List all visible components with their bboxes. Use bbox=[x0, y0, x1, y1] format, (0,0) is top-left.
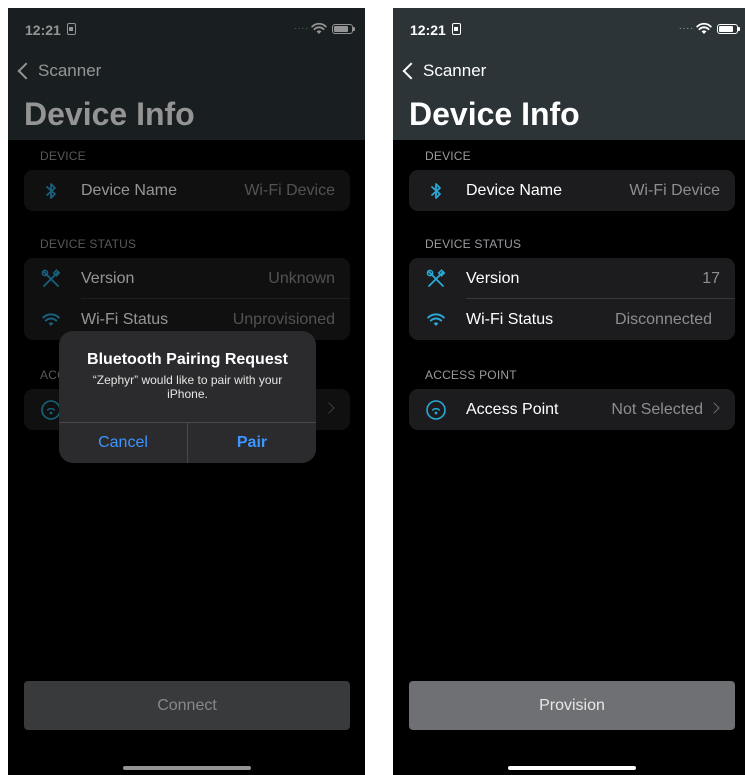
tools-icon bbox=[426, 269, 446, 287]
provision-button[interactable]: Provision bbox=[409, 681, 735, 730]
wifi-circle-icon bbox=[426, 400, 446, 420]
section-header-device: DEVICE bbox=[425, 149, 471, 163]
device-status-group: Version 17 Wi-Fi Status Disconnected bbox=[409, 258, 735, 340]
chevron-left-icon bbox=[402, 62, 420, 80]
sim-icon bbox=[452, 23, 461, 35]
battery-icon bbox=[717, 24, 740, 34]
section-header-device-status: DEVICE STATUS bbox=[425, 237, 522, 251]
device-name-row[interactable]: Device Name Wi-Fi Device bbox=[409, 170, 735, 211]
alert-message: “Zephyr” would like to pair with your iP… bbox=[92, 373, 283, 401]
back-button-label: Scanner bbox=[423, 61, 487, 80]
phone-screen-right: 12:21 .... Scanner Device Info DEVICE De… bbox=[393, 8, 745, 775]
status-time: 12:21 bbox=[410, 22, 446, 38]
wifi-status-icon bbox=[696, 22, 712, 34]
pair-button[interactable]: Pair bbox=[188, 423, 316, 463]
version-label: Version bbox=[466, 270, 520, 287]
wifi-icon bbox=[427, 313, 445, 326]
chevron-right-icon bbox=[708, 402, 720, 414]
home-indicator bbox=[508, 766, 636, 770]
cancel-button[interactable]: Cancel bbox=[59, 423, 187, 463]
access-point-value: Not Selected bbox=[611, 401, 703, 418]
version-value: 17 bbox=[702, 270, 720, 287]
status-bar: 12:21 .... bbox=[393, 18, 745, 40]
device-group: Device Name Wi-Fi Device bbox=[409, 170, 735, 211]
device-name-label: Device Name bbox=[466, 182, 563, 199]
bluetooth-icon bbox=[431, 183, 441, 199]
wifi-status-value: Disconnected bbox=[615, 311, 712, 328]
bluetooth-pairing-alert: Bluetooth Pairing Request “Zephyr” would… bbox=[59, 331, 316, 463]
back-button[interactable]: Scanner bbox=[401, 60, 486, 82]
phone-screen-left: 12:21 .... Scanner Device Info DEVICE De… bbox=[8, 8, 365, 775]
cellular-signal-icon: .... bbox=[678, 21, 694, 32]
wifi-status-row[interactable]: Wi-Fi Status Disconnected bbox=[409, 299, 735, 340]
access-point-label: Access Point bbox=[466, 401, 559, 418]
access-point-row[interactable]: Access Point Not Selected bbox=[409, 389, 735, 430]
access-point-group: Access Point Not Selected bbox=[409, 389, 735, 430]
device-name-value: Wi-Fi Device bbox=[629, 182, 720, 199]
section-header-access-point: ACCESS POINT bbox=[425, 368, 517, 382]
wifi-status-label: Wi-Fi Status bbox=[466, 311, 554, 328]
alert-title: Bluetooth Pairing Request bbox=[87, 351, 288, 368]
version-row[interactable]: Version 17 bbox=[409, 258, 735, 299]
page-title: Device Info bbox=[409, 96, 580, 132]
